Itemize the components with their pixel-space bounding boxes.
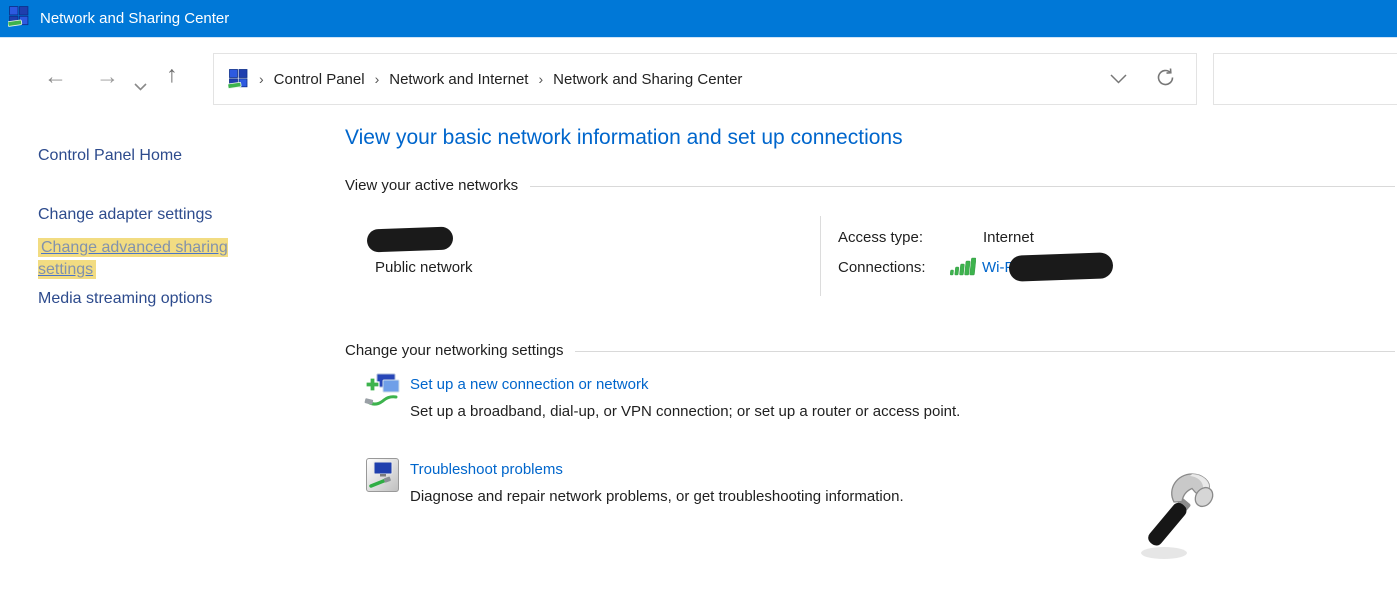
networking-settings-section-title: Change your networking settings (345, 342, 563, 359)
address-bar[interactable]: › Control Panel › Network and Internet ›… (213, 53, 1197, 105)
highlighted-link-label: Change advanced sharing settings (38, 238, 228, 279)
setup-new-connection-description: Set up a broadband, dial-up, or VPN conn… (410, 403, 960, 420)
troubleshoot-problems-icon[interactable] (366, 458, 399, 497)
network-sharing-center-icon (8, 6, 30, 32)
breadcrumb-separator: › (259, 71, 264, 87)
network-sharing-center-window: Network and Sharing Center ← → ↑ › Contr… (0, 0, 1397, 603)
troubleshoot-problems-description: Diagnose and repair network problems, or… (410, 488, 904, 505)
network-panel-divider (820, 216, 821, 296)
setup-new-connection-icon[interactable] (362, 372, 400, 413)
address-dropdown-chevron-icon[interactable] (1110, 71, 1127, 88)
refresh-icon[interactable] (1155, 67, 1176, 92)
sidebar-item-control-panel-home[interactable]: Control Panel Home (38, 147, 182, 165)
setup-new-connection-link[interactable]: Set up a new connection or network (410, 376, 648, 393)
window-title: Network and Sharing Center (40, 10, 229, 27)
search-box (1213, 53, 1397, 105)
troubleshoot-problems-link[interactable]: Troubleshoot problems (410, 461, 563, 478)
access-type-row: Access type: Internet (838, 229, 1034, 246)
address-location-icon (228, 69, 249, 93)
page-title: View your basic network information and … (345, 126, 903, 150)
redacted-network-name (367, 227, 454, 253)
search-input[interactable] (1214, 54, 1397, 104)
breadcrumb-network-and-internet[interactable]: Network and Internet (389, 71, 528, 88)
access-type-value: Internet (983, 229, 1034, 246)
breadcrumb-separator: › (375, 71, 380, 87)
sidebar-item-change-adapter-settings[interactable]: Change adapter settings (38, 206, 212, 224)
access-type-label: Access type: (838, 229, 983, 246)
networking-settings-section-header: Change your networking settings (345, 342, 1395, 359)
hammer-cursor-icon (1132, 466, 1224, 571)
sidebar-item-media-streaming-options[interactable]: Media streaming options (38, 290, 212, 308)
section-divider (530, 186, 1395, 187)
active-networks-section-header: View your active networks (345, 177, 1395, 194)
section-divider (575, 351, 1395, 352)
network-profile-label: Public network (375, 259, 473, 276)
sidebar-item-change-advanced-sharing-settings[interactable]: Change advanced sharing settings (38, 237, 260, 281)
breadcrumb-network-and-sharing-center[interactable]: Network and Sharing Center (553, 71, 742, 88)
connections-row: Connections: Wi-Fi (838, 254, 1113, 280)
connections-label: Connections: (838, 259, 950, 276)
breadcrumb-control-panel[interactable]: Control Panel (274, 71, 365, 88)
forward-button[interactable]: → (96, 65, 119, 88)
breadcrumb-separator: › (538, 71, 543, 87)
wifi-signal-icon (950, 257, 976, 280)
recent-pages-chevron-icon[interactable] (134, 72, 147, 95)
redacted-wifi-name (1009, 252, 1114, 282)
active-networks-section-title: View your active networks (345, 177, 518, 194)
title-bar: Network and Sharing Center (0, 0, 1397, 38)
back-button[interactable]: ← (44, 65, 67, 88)
up-button[interactable]: ↑ (166, 63, 178, 86)
